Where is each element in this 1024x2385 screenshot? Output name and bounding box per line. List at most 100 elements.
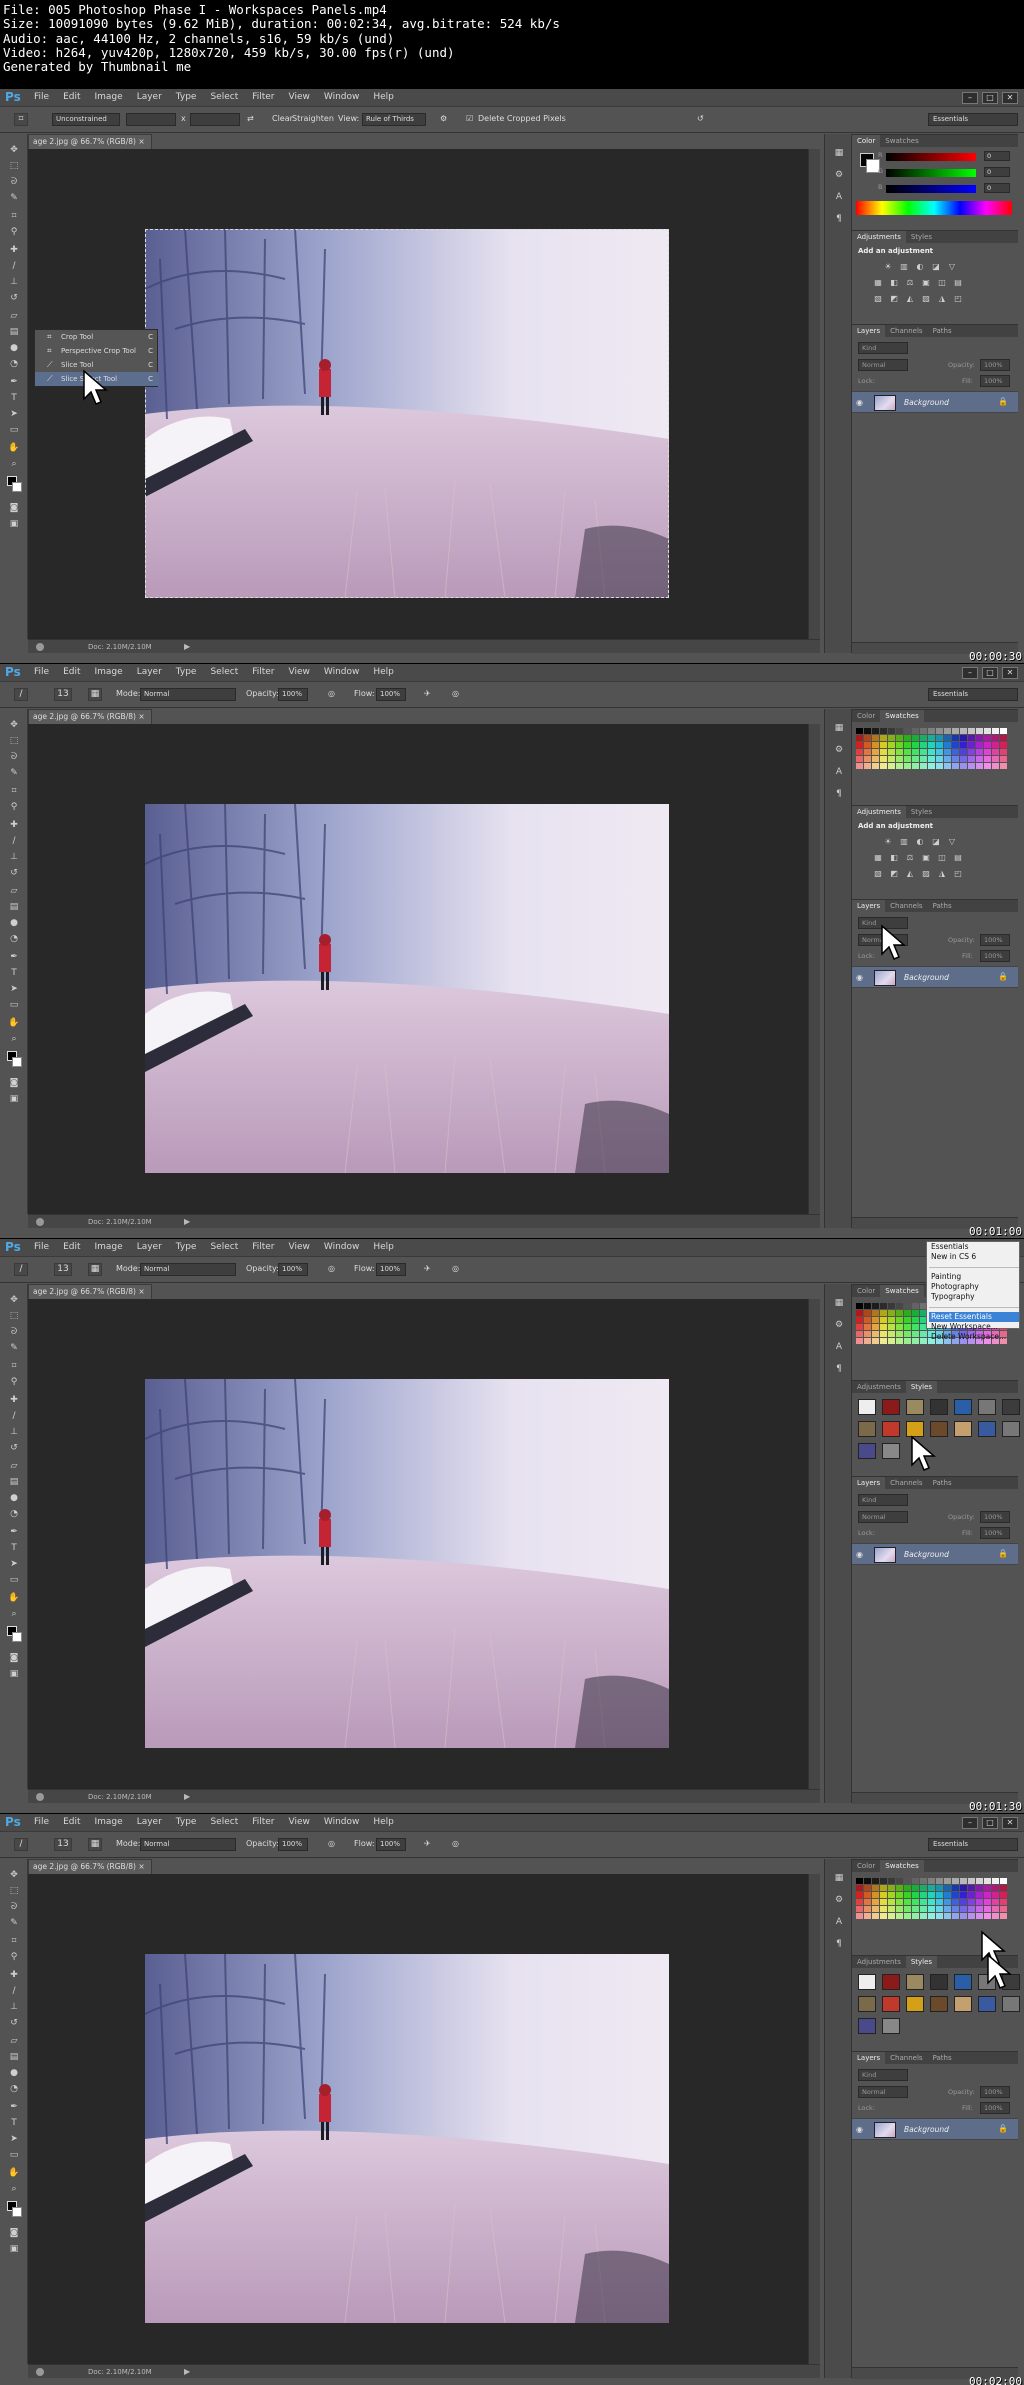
color-swatch[interactable] [928, 1913, 935, 1919]
blur-tool-icon[interactable]: ● [7, 342, 21, 354]
color-swatch[interactable] [992, 749, 999, 755]
quick-select-tool-icon[interactable]: ✎ [7, 767, 21, 779]
color-swatch[interactable] [856, 1303, 863, 1309]
color-swatch[interactable] [904, 1303, 911, 1309]
status-menu-arrow-icon[interactable]: ▶ [184, 1792, 190, 1801]
pressure-size-icon[interactable]: ◎ [452, 1839, 459, 1848]
color-swatch[interactable] [872, 1303, 879, 1309]
color-swatch[interactable] [872, 1913, 879, 1919]
adjustment-icon[interactable]: ◰ [952, 293, 964, 304]
color-swatch[interactable] [888, 1317, 895, 1323]
color-swatch[interactable] [888, 1338, 895, 1344]
color-swatch[interactable] [904, 1878, 911, 1884]
properties-panel-icon[interactable]: ⚙ [832, 168, 846, 182]
color-swatch[interactable] [952, 735, 959, 741]
color-swatch[interactable] [904, 763, 911, 769]
fill-field[interactable]: 100% [980, 375, 1010, 387]
color-swatch[interactable] [888, 1913, 895, 1919]
color-swatch[interactable] [856, 728, 863, 734]
blend-mode-select[interactable]: Normal [858, 1511, 908, 1523]
blur-tool-icon[interactable]: ● [7, 1492, 21, 1504]
color-swatch[interactable] [880, 742, 887, 748]
color-swatch[interactable] [936, 1892, 943, 1898]
color-swatch[interactable] [944, 742, 951, 748]
color-swatch[interactable] [888, 756, 895, 762]
pen-tool-icon[interactable]: ✒ [7, 951, 21, 963]
color-swatch[interactable] [936, 735, 943, 741]
color-swatch[interactable] [944, 728, 951, 734]
color-swatch[interactable] [880, 1913, 887, 1919]
style-preset[interactable] [858, 2018, 876, 2034]
canvas-vertical-scrollbar[interactable] [808, 724, 820, 1214]
crop-bounding-box[interactable] [145, 229, 669, 598]
canvas-vertical-scrollbar[interactable] [808, 1299, 820, 1789]
document-tab[interactable]: age 2.jpg @ 66.7% (RGB/8) × [28, 1284, 152, 1299]
color-swatch[interactable] [1000, 756, 1007, 762]
stamp-tool-icon[interactable]: ⊥ [7, 276, 21, 288]
color-swatch[interactable] [992, 763, 999, 769]
history-panel-icon[interactable]: ▦ [832, 1871, 846, 1885]
color-swatch[interactable] [992, 756, 999, 762]
zoom-tool-icon[interactable]: ⌕ [7, 2183, 21, 2195]
screen-mode-icon[interactable]: ▣ [7, 518, 21, 530]
eraser-tool-icon[interactable]: ▱ [7, 1460, 21, 1472]
hand-tool-icon[interactable]: ✋ [7, 1017, 21, 1029]
color-swatch[interactable] [888, 1899, 895, 1905]
style-preset[interactable] [882, 1443, 900, 1459]
close-button[interactable]: ✕ [1002, 92, 1018, 104]
color-swatch[interactable] [928, 1885, 935, 1891]
color-swatch[interactable] [960, 1913, 967, 1919]
paragraph-panel-icon[interactable]: ¶ [832, 1362, 846, 1376]
adjustment-icon[interactable]: ◧ [888, 277, 900, 288]
color-swatch[interactable] [904, 1892, 911, 1898]
color-swatch[interactable] [880, 1892, 887, 1898]
history-brush-tool-icon[interactable]: ↺ [7, 2017, 21, 2029]
color-swatch[interactable] [936, 1913, 943, 1919]
color-swatch[interactable] [920, 1892, 927, 1898]
tab-layers-1[interactable]: Channels [885, 1477, 927, 1489]
background-color-swatch[interactable] [12, 1632, 22, 1642]
color-swatch[interactable] [864, 763, 871, 769]
color-swatch[interactable] [864, 749, 871, 755]
color-swatch[interactable] [888, 749, 895, 755]
menu-view[interactable]: View [289, 1242, 310, 1252]
menu-help[interactable]: Help [373, 92, 394, 102]
color-swatch[interactable] [968, 742, 975, 748]
paragraph-panel-icon[interactable]: ¶ [832, 787, 846, 801]
color-swatch[interactable] [888, 742, 895, 748]
color-swatch[interactable] [960, 735, 967, 741]
menu-layer[interactable]: Layer [137, 92, 162, 102]
color-swatch[interactable] [864, 735, 871, 741]
adjustment-icon[interactable]: ⚖ [904, 277, 916, 288]
quick-select-tool-icon[interactable]: ✎ [7, 1917, 21, 1929]
paragraph-panel-icon[interactable]: ¶ [832, 212, 846, 226]
history-panel-icon[interactable]: ▦ [832, 721, 846, 735]
document-canvas[interactable] [28, 1299, 820, 1789]
color-swatch[interactable] [904, 1899, 911, 1905]
adjustment-icon[interactable]: ▽ [946, 261, 958, 272]
screen-mode-icon[interactable]: ▣ [7, 2243, 21, 2255]
status-menu-arrow-icon[interactable]: ▶ [184, 642, 190, 651]
adjustment-icon[interactable]: ◭ [904, 293, 916, 304]
channel-slider[interactable] [886, 169, 976, 177]
color-swatch[interactable] [912, 1899, 919, 1905]
style-preset[interactable] [858, 1399, 876, 1415]
color-swatch[interactable] [880, 1310, 887, 1316]
style-preset[interactable] [930, 1996, 948, 2012]
color-swatch[interactable] [928, 1892, 935, 1898]
pen-tool-icon[interactable]: ✒ [7, 2101, 21, 2113]
color-swatch[interactable] [904, 756, 911, 762]
tab-swatches-0[interactable]: Color [852, 1285, 880, 1297]
adjustment-icon[interactable]: ▽ [946, 836, 958, 847]
zoom-tool-icon[interactable]: ⌕ [7, 1033, 21, 1045]
quick-mask-icon[interactable]: ◙ [7, 502, 21, 514]
quick-mask-icon[interactable]: ◙ [7, 2227, 21, 2239]
style-preset[interactable] [906, 1996, 924, 2012]
color-swatch[interactable] [872, 1338, 879, 1344]
paragraph-panel-icon[interactable]: ¶ [832, 1937, 846, 1951]
tab-styles-1[interactable]: Styles [905, 1956, 938, 1968]
fill-field[interactable]: 100% [980, 950, 1010, 962]
style-preset[interactable] [930, 1974, 948, 1990]
adjustment-icon[interactable]: ▤ [952, 852, 964, 863]
tab-layers-1[interactable]: Channels [885, 2052, 927, 2064]
